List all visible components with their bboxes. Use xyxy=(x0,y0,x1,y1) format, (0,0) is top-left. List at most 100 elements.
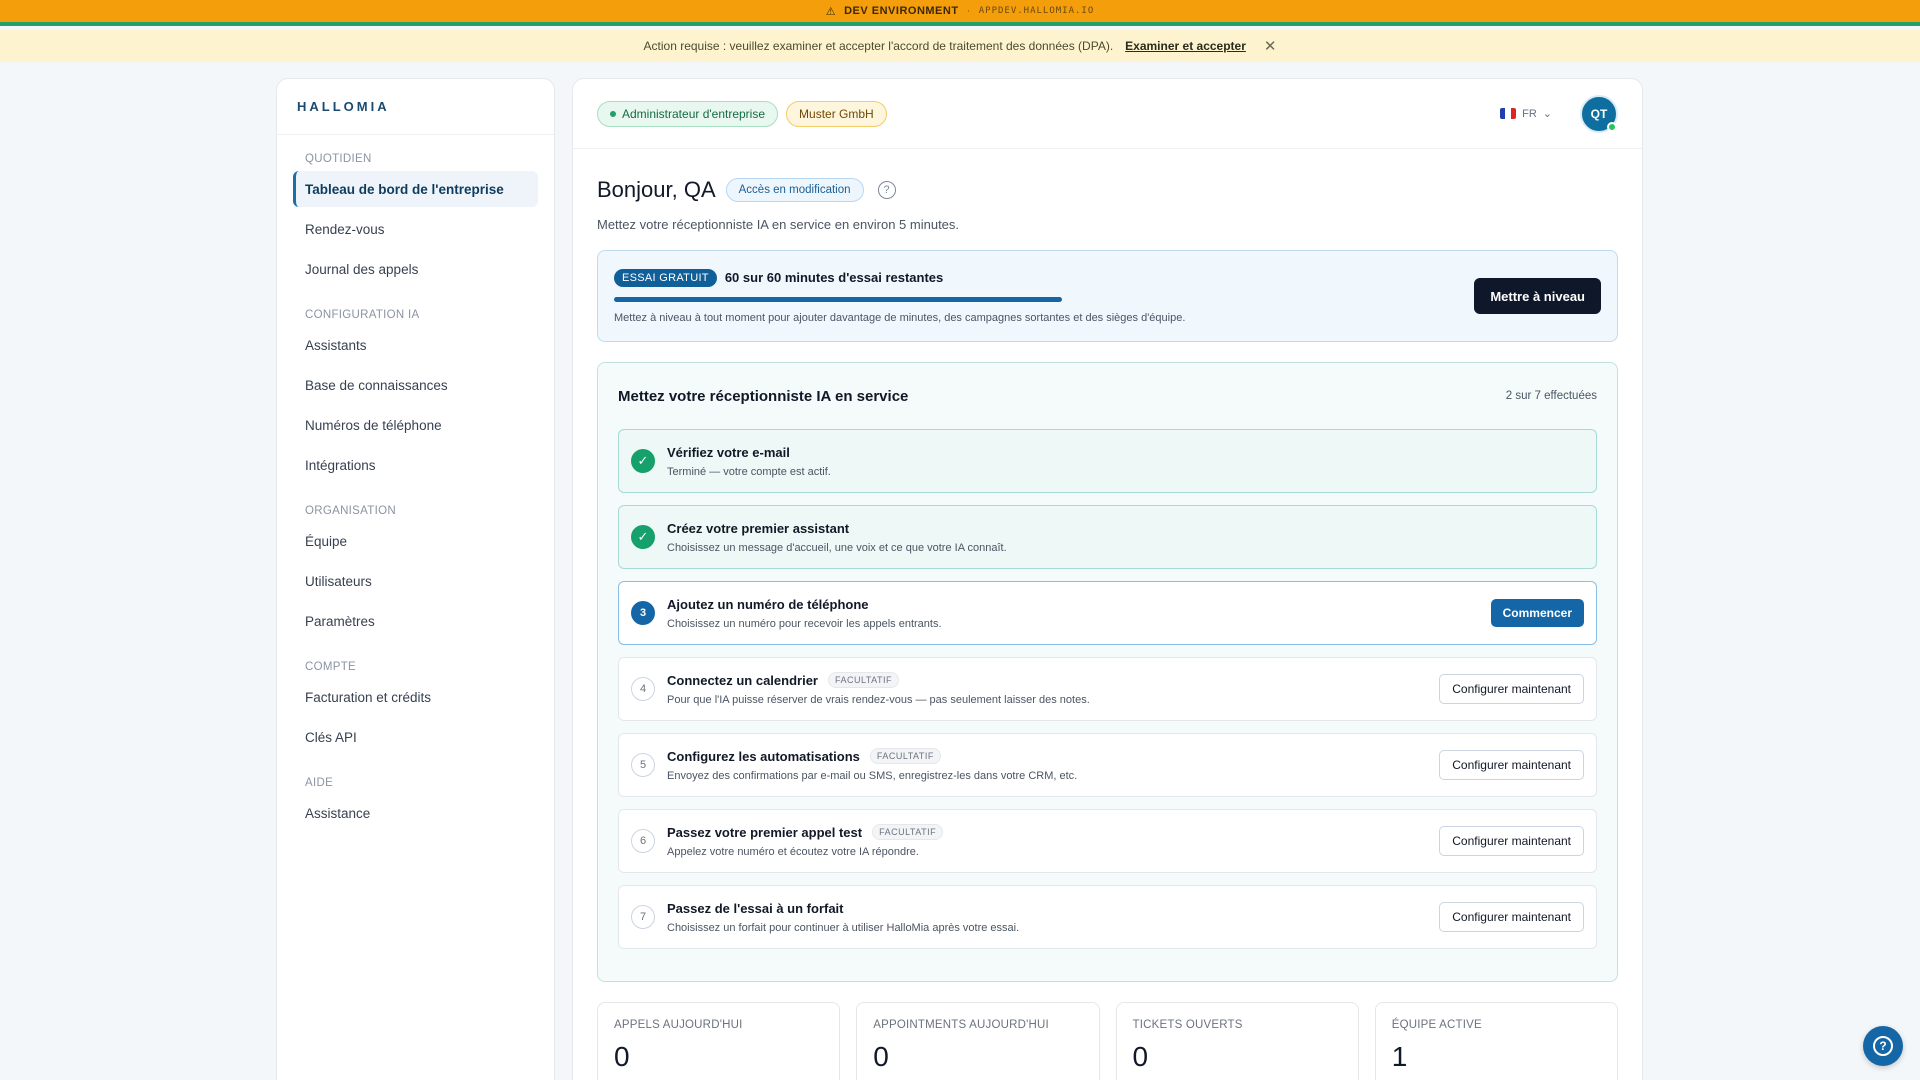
trial-minutes-text: 60 sur 60 minutes d'essai restantes xyxy=(724,270,944,285)
organization-chip[interactable]: Muster GmbH xyxy=(786,100,887,127)
step-description: Terminé — votre compte est actif. xyxy=(667,465,831,478)
step-title: Passez votre premier appel test FACULTAT… xyxy=(667,824,1439,840)
onboarding-header: Mettez votre réceptionniste IA en servic… xyxy=(618,363,1597,429)
step-description: Appelez votre numéro et écoutez votre IA… xyxy=(667,846,919,858)
optional-badge: FACULTATIF xyxy=(872,824,944,840)
dev-banner-separator: · xyxy=(966,5,971,17)
step-test-call[interactable]: 6 Passez votre premier appel test FACULT… xyxy=(618,809,1597,873)
step-description: Pour que l'IA puisse réserver de vrais r… xyxy=(667,694,1090,706)
trial-header: ESSAI GRATUIT 60 sur 60 minutes d'essai … xyxy=(614,268,1474,287)
sidebar-item-assistants[interactable]: Assistants xyxy=(293,327,538,363)
step-body: Connectez un calendrier FACULTATIF Pour … xyxy=(667,672,1439,706)
sidebar-nav: QUOTIDIEN Tableau de bord de l'entrepris… xyxy=(277,135,554,831)
trial-card: ESSAI GRATUIT 60 sur 60 minutes d'essai … xyxy=(597,250,1618,342)
role-chip-label: Administrateur d'entreprise xyxy=(622,106,766,121)
sidebar-item-rendez-vous[interactable]: Rendez-vous xyxy=(293,211,538,247)
stat-label: APPOINTMENTS AUJOURD'HUI xyxy=(873,1019,1049,1031)
stat-value: 0 xyxy=(873,1041,889,1072)
step-title-text: Ajoutez un numéro de téléphone xyxy=(667,596,869,612)
sidebar-item-cles-api[interactable]: Clés API xyxy=(293,719,538,755)
online-status-icon xyxy=(1607,121,1617,132)
sidebar-item-equipe[interactable]: Équipe xyxy=(293,523,538,559)
sidebar-item-tableau-de-bord[interactable]: Tableau de bord de l'entreprise xyxy=(293,171,538,207)
step-number: 5 xyxy=(631,753,655,777)
step-description: Envoyez des confirmations par e-mail ou … xyxy=(667,770,1078,782)
nav-heading-organisation: ORGANISATION xyxy=(305,505,396,517)
chevron-down-icon: ⌄ xyxy=(1542,108,1552,120)
step-body: Vérifiez votre e-mail Terminé — votre co… xyxy=(667,445,1584,478)
page-subtitle: Mettez votre réceptionniste IA en servic… xyxy=(597,217,960,232)
stat-label: ÉQUIPE ACTIVE xyxy=(1391,1019,1482,1031)
step-title-text: Passez votre premier appel test xyxy=(667,824,863,840)
help-icon[interactable]: ? xyxy=(877,181,896,199)
step-verify-email[interactable]: ✓ Vérifiez votre e-mail Terminé — votre … xyxy=(618,429,1597,493)
avatar[interactable]: QT xyxy=(1580,94,1618,133)
trial-progress-bar xyxy=(614,296,1062,302)
help-icon: ? xyxy=(1873,1036,1893,1056)
configure-now-button[interactable]: Configurer maintenant xyxy=(1439,902,1584,932)
configure-now-button[interactable]: Configurer maintenant xyxy=(1439,750,1584,780)
trial-note: Mettez à niveau à tout moment pour ajout… xyxy=(614,311,1186,324)
nav-heading-compte: COMPTE xyxy=(305,661,356,673)
step-title-text: Passez de l'essai à un forfait xyxy=(667,900,844,916)
step-title: Configurez les automatisations FACULTATI… xyxy=(667,748,1439,764)
stat-value: 0 xyxy=(1132,1041,1149,1072)
dev-banner-host: APPDEV.HALLOMIA.IO xyxy=(978,6,1095,16)
status-dot-icon xyxy=(610,110,616,117)
stat-open-tickets: TICKETS OUVERTS 0 xyxy=(1115,1002,1359,1080)
configure-now-button[interactable]: Configurer maintenant xyxy=(1439,674,1584,704)
step-body: Passez de l'essai à un forfait Choisisse… xyxy=(667,901,1439,934)
sidebar-item-parametres[interactable]: Paramètres xyxy=(293,603,538,639)
onboarding-title: Mettez votre réceptionniste IA en servic… xyxy=(618,387,909,405)
start-button[interactable]: Commencer xyxy=(1490,599,1584,627)
step-number: 3 xyxy=(631,601,655,625)
step-body: Passez votre premier appel test FACULTAT… xyxy=(667,824,1439,858)
step-title: Créez votre premier assistant xyxy=(667,521,1584,536)
sidebar-item-assistance[interactable]: Assistance xyxy=(293,795,538,831)
sidebar-item-integrations[interactable]: Intégrations xyxy=(293,447,538,483)
notice-text: Action requise : veuillez examiner et ac… xyxy=(643,39,1114,53)
step-body: Configurez les automatisations FACULTATI… xyxy=(667,748,1439,782)
step-description: Choisissez un forfait pour continuer à u… xyxy=(667,921,1020,934)
trial-progress-fill xyxy=(614,296,1062,302)
close-icon[interactable]: ✕ xyxy=(1264,37,1277,55)
language-selector[interactable]: FR ⌄ xyxy=(1500,107,1552,120)
step-number: 6 xyxy=(631,829,655,853)
nav-heading-aide: AIDE xyxy=(305,777,334,789)
access-chip[interactable]: Accès en modification xyxy=(725,178,864,202)
onboarding-checklist: Mettez votre réceptionniste IA en servic… xyxy=(597,362,1618,982)
stat-label: TICKETS OUVERTS xyxy=(1132,1019,1243,1031)
dev-banner-label: DEV ENVIRONMENT xyxy=(844,5,959,17)
sidebar: HALLOMIA QUOTIDIEN Tableau de bord de l'… xyxy=(276,78,555,1080)
page-title: Bonjour, QA xyxy=(597,177,716,202)
sidebar-item-base-connaissances[interactable]: Base de connaissances xyxy=(293,367,538,403)
role-chip[interactable]: Administrateur d'entreprise xyxy=(597,100,779,127)
step-configure-automations[interactable]: 5 Configurez les automatisations FACULTA… xyxy=(618,733,1597,797)
nav-heading-configuration-ia: CONFIGURATION IA xyxy=(305,309,420,321)
france-flag-icon xyxy=(1500,108,1517,119)
greeting-row: Bonjour, QA Accès en modification ? xyxy=(597,177,1618,203)
step-body: Ajoutez un numéro de téléphone Choisisse… xyxy=(667,597,1491,630)
sidebar-item-facturation[interactable]: Facturation et crédits xyxy=(293,679,538,715)
stats-row: APPELS AUJOURD'HUI 0 APPOINTMENTS AUJOUR… xyxy=(597,1002,1618,1080)
topbar: Administrateur d'entreprise Muster GmbH … xyxy=(573,79,1642,149)
step-add-phone-number[interactable]: 3 Ajoutez un numéro de téléphone Choisis… xyxy=(618,581,1597,645)
step-body: Créez votre premier assistant Choisissez… xyxy=(667,521,1584,554)
step-create-assistant[interactable]: ✓ Créez votre premier assistant Choisiss… xyxy=(618,505,1597,569)
upgrade-button[interactable]: Mettre à niveau xyxy=(1474,278,1601,314)
onboarding-progress-count: 2 sur 7 effectuées xyxy=(1505,390,1597,402)
dpa-notice: Action requise : veuillez examiner et ac… xyxy=(0,30,1920,62)
review-accept-link[interactable]: Examiner et accepter xyxy=(1125,39,1246,53)
configure-now-button[interactable]: Configurer maintenant xyxy=(1439,826,1584,856)
stat-value: 1 xyxy=(1391,1041,1408,1072)
step-connect-calendar[interactable]: 4 Connectez un calendrier FACULTATIF Pou… xyxy=(618,657,1597,721)
step-title-text: Vérifiez votre e-mail xyxy=(667,444,790,460)
sidebar-item-journal-appels[interactable]: Journal des appels xyxy=(293,251,538,287)
brand-logo[interactable]: HALLOMIA xyxy=(277,79,554,135)
dashboard-content: Bonjour, QA Accès en modification ? Mett… xyxy=(573,149,1642,1080)
sidebar-item-utilisateurs[interactable]: Utilisateurs xyxy=(293,563,538,599)
step-choose-plan[interactable]: 7 Passez de l'essai à un forfait Choisis… xyxy=(618,885,1597,949)
help-chat-button[interactable]: ? xyxy=(1863,1026,1903,1066)
step-title-text: Créez votre premier assistant xyxy=(667,520,850,536)
sidebar-item-numeros-telephone[interactable]: Numéros de téléphone xyxy=(293,407,538,443)
